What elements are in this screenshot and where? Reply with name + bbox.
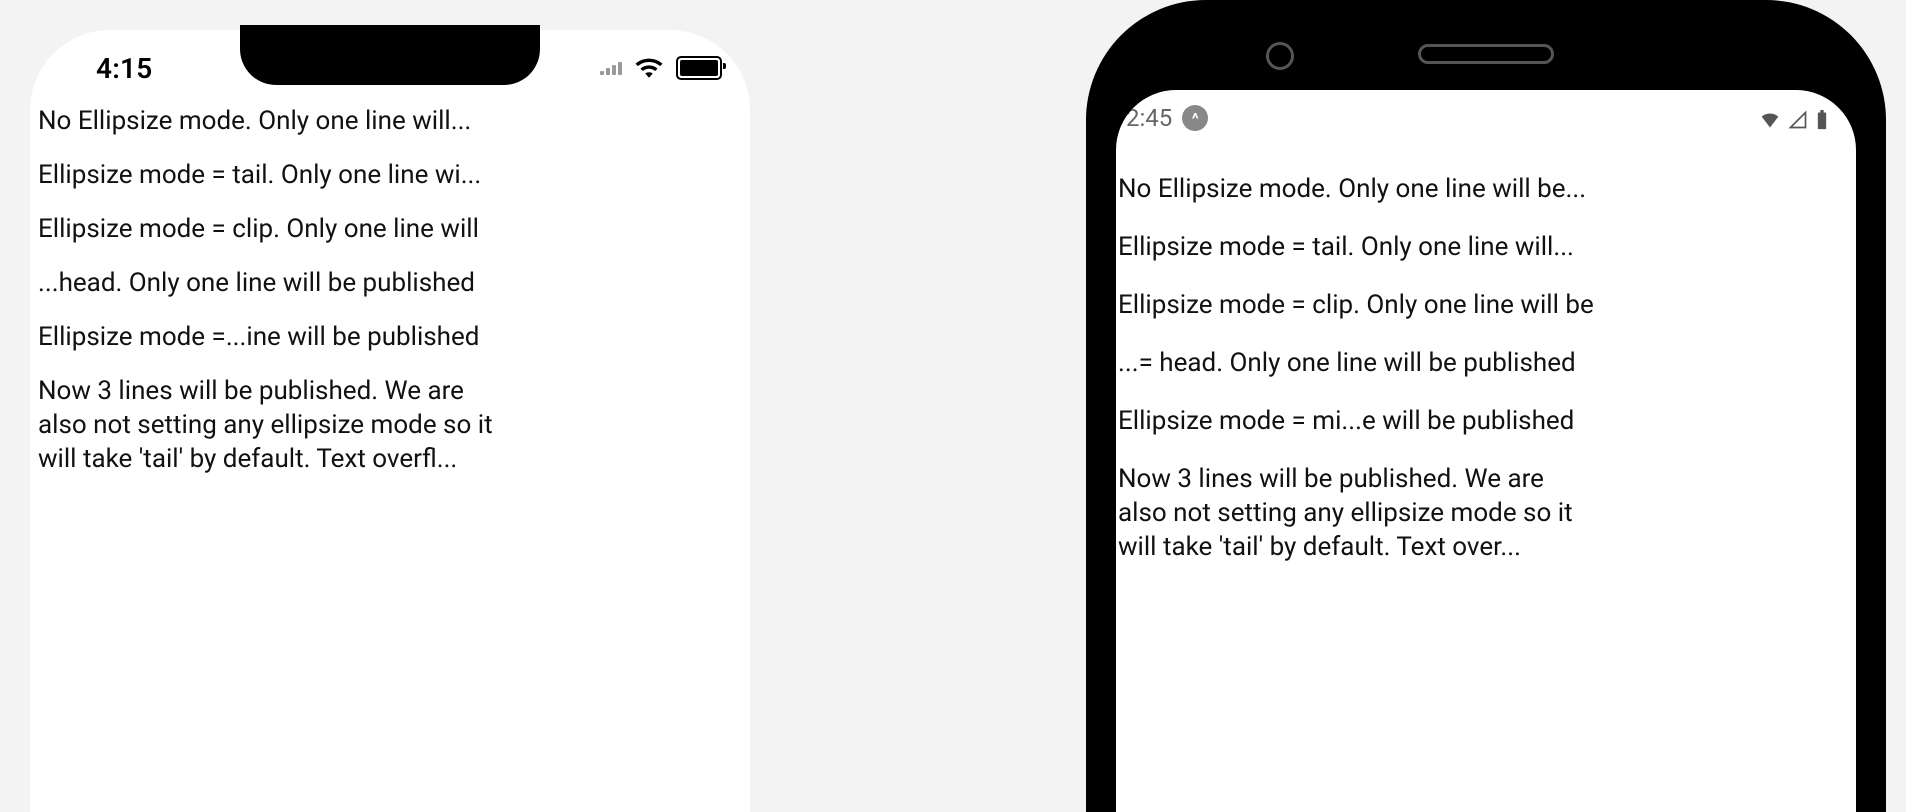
- ios-status-time: 4:15: [96, 52, 152, 85]
- wifi-icon: [1760, 108, 1780, 128]
- wifi-icon: [634, 57, 664, 79]
- android-text-no-ellipsize: No Ellipsize mode. Only one line will be…: [1118, 172, 1836, 206]
- android-text-ellipsize-middle: Ellipsize mode = mi...e will be publishe…: [1118, 404, 1836, 438]
- battery-icon: [676, 56, 722, 80]
- android-text-ellipsize-tail: Ellipsize mode = tail. Only one line wil…: [1118, 230, 1836, 264]
- expo-notification-icon: ^: [1182, 105, 1208, 131]
- ios-status-indicators: [600, 56, 722, 80]
- battery-icon: [1816, 108, 1836, 128]
- android-screen: 2:45 ^ No Ellipsize mode. Only one: [1116, 90, 1856, 812]
- android-speaker-grill: [1418, 44, 1554, 64]
- android-text-three-lines: Now 3 lines will be published. We are al…: [1118, 462, 1588, 564]
- android-text-ellipsize-head: ...= head. Only one line will be publish…: [1118, 346, 1836, 380]
- cellular-signal-icon: [1788, 108, 1808, 128]
- android-text-ellipsize-clip: Ellipsize mode = clip. Only one line wil…: [1118, 288, 1836, 322]
- cellular-signal-icon: [600, 62, 622, 75]
- android-status-right: [1760, 108, 1836, 128]
- ios-text-no-ellipsize: No Ellipsize mode. Only one line will...: [38, 104, 730, 138]
- ios-text-ellipsize-tail: Ellipsize mode = tail. Only one line wi.…: [38, 158, 730, 192]
- android-frame: 2:45 ^ No Ellipsize mode. Only one: [1086, 0, 1886, 812]
- ios-content: No Ellipsize mode. Only one line will...…: [30, 100, 750, 812]
- android-camera-hole: [1266, 42, 1294, 70]
- stage: 4:15 No Ellipsize mode. Only one line wi…: [0, 0, 1906, 812]
- android-status-bar: 2:45 ^: [1116, 100, 1856, 136]
- ios-text-ellipsize-middle: Ellipsize mode =...ine will be published: [38, 320, 730, 354]
- android-status-left: 2:45 ^: [1126, 104, 1208, 132]
- iphone-frame: 4:15 No Ellipsize mode. Only one line wi…: [0, 0, 780, 812]
- ios-text-ellipsize-head: ...head. Only one line will be published: [38, 266, 730, 300]
- ios-text-ellipsize-clip: Ellipsize mode = clip. Only one line wil…: [38, 212, 730, 246]
- android-content: No Ellipsize mode. Only one line will be…: [1118, 172, 1856, 588]
- ios-text-three-lines: Now 3 lines will be published. We are al…: [38, 374, 518, 476]
- iphone-notch: [240, 25, 540, 85]
- android-status-time: 2:45: [1126, 104, 1172, 132]
